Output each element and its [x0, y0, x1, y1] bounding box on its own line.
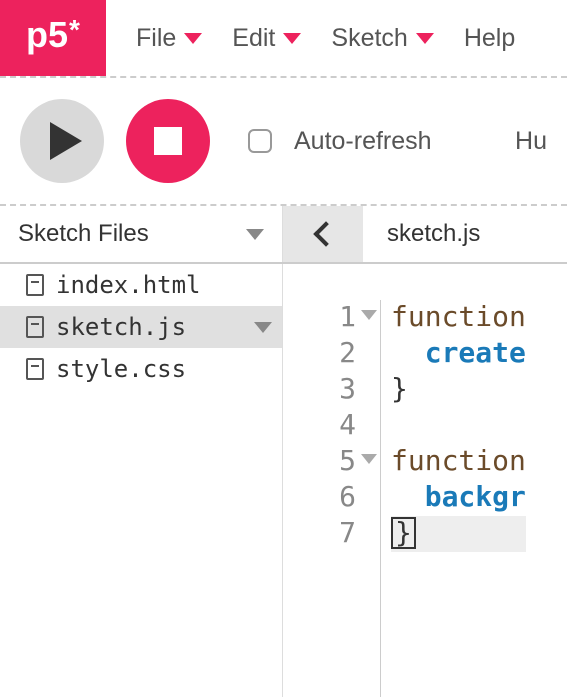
code-function: create — [425, 336, 526, 369]
code-line[interactable]: } — [391, 372, 526, 408]
code-line[interactable]: } — [391, 516, 526, 552]
chevron-down-icon[interactable] — [254, 322, 272, 333]
gutter-line: 6 — [283, 480, 380, 516]
gutter-line: 1 — [283, 300, 380, 336]
line-gutter: 1234567 — [283, 300, 381, 697]
gutter-line: 5 — [283, 444, 380, 480]
menu-sketch[interactable]: Sketch — [321, 24, 443, 53]
auto-refresh-checkbox[interactable] — [248, 129, 272, 153]
chevron-down-icon — [283, 33, 301, 44]
code-line[interactable]: function — [391, 444, 526, 480]
menu-sketch-label: Sketch — [331, 24, 407, 53]
chevron-down-icon — [184, 33, 202, 44]
sketch-name[interactable]: Hu — [515, 127, 547, 156]
menu-bar: File Edit Sketch Help — [106, 0, 567, 76]
code-line[interactable]: backgr — [391, 480, 526, 516]
code-editor[interactable]: 1234567 function create} function backgr} — [283, 264, 567, 697]
file-icon — [26, 316, 44, 338]
file-icon — [26, 274, 44, 296]
file-name: sketch.js — [56, 313, 186, 341]
gutter-line: 7 — [283, 516, 380, 552]
code-line[interactable]: create — [391, 336, 526, 372]
play-button[interactable] — [20, 99, 104, 183]
collapse-sidebar-button[interactable] — [283, 206, 363, 262]
file-row[interactable]: style.css — [0, 348, 282, 390]
file-icon — [26, 358, 44, 380]
sketch-files-label: Sketch Files — [18, 220, 149, 248]
p5-logo: p5* — [0, 0, 106, 76]
file-name: style.css — [56, 355, 186, 383]
logo-asterisk: * — [69, 14, 80, 46]
stop-button[interactable] — [126, 99, 210, 183]
gutter-line: 4 — [283, 408, 380, 444]
fold-icon[interactable] — [361, 310, 377, 320]
toolbar: Auto-refresh Hu — [0, 78, 567, 206]
menu-file-label: File — [136, 24, 176, 53]
code-keyword: function — [391, 444, 526, 477]
logo-text: p5 — [26, 14, 68, 56]
menu-file[interactable]: File — [126, 24, 212, 53]
file-row[interactable]: sketch.js — [0, 306, 282, 348]
chevron-left-icon — [313, 221, 338, 246]
code-line[interactable] — [391, 408, 526, 444]
gutter-line: 3 — [283, 372, 380, 408]
menu-help[interactable]: Help — [454, 24, 525, 53]
sketch-files-header[interactable]: Sketch Files — [0, 206, 283, 262]
chevron-down-icon — [416, 33, 434, 44]
fold-icon[interactable] — [361, 454, 377, 464]
menu-edit[interactable]: Edit — [222, 24, 311, 53]
play-icon — [50, 122, 82, 160]
file-name: index.html — [56, 271, 201, 299]
pane-header: Sketch Files sketch.js — [0, 206, 567, 264]
file-row[interactable]: index.html — [0, 264, 282, 306]
active-file-tab[interactable]: sketch.js — [363, 206, 567, 262]
workspace: index.html sketch.js style.css 1234567 fun… — [0, 264, 567, 697]
active-file-name: sketch.js — [387, 220, 480, 248]
code-keyword: function — [391, 300, 526, 333]
code-area[interactable]: function create} function backgr} — [381, 300, 526, 697]
top-menubar: p5* File Edit Sketch Help — [0, 0, 567, 78]
code-function: backgr — [425, 480, 526, 513]
code-line[interactable]: function — [391, 300, 526, 336]
auto-refresh-label: Auto-refresh — [294, 127, 432, 156]
chevron-down-icon — [246, 229, 264, 240]
gutter-line: 2 — [283, 336, 380, 372]
menu-help-label: Help — [464, 24, 515, 53]
file-list: index.html sketch.js style.css — [0, 264, 283, 697]
cursor: } — [391, 517, 416, 549]
stop-icon — [154, 127, 182, 155]
menu-edit-label: Edit — [232, 24, 275, 53]
